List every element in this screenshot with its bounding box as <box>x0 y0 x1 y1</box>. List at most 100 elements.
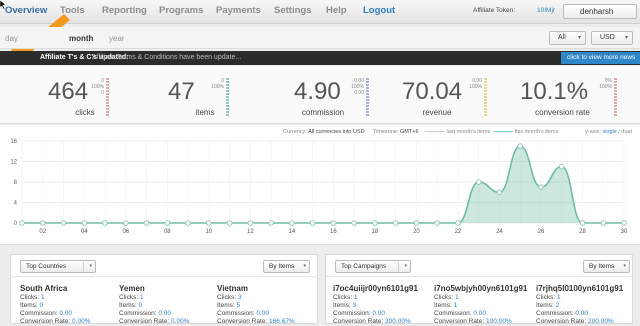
items-label: Items: <box>217 302 235 309</box>
items-label: Items: <box>536 302 554 309</box>
entry-name[interactable]: South Africa <box>20 284 90 294</box>
data-point <box>60 220 67 226</box>
stat-level-bar <box>484 78 487 116</box>
stat-1[interactable]: 47 items 0 100% <box>160 66 270 124</box>
entry-name[interactable]: i7no5wbjyh00yn6101g91 <box>434 284 527 294</box>
items-value: 1 <box>453 302 458 309</box>
data-point <box>123 220 129 226</box>
data-point <box>538 184 544 190</box>
stat-value: 4.90 <box>294 78 341 105</box>
clicks-label: Clicks: <box>119 294 139 301</box>
x-tick-label: 04 <box>81 229 88 235</box>
top-countries-select[interactable]: Top Countries ▾ <box>20 260 96 273</box>
nav-reporting[interactable]: Reporting <box>102 5 147 16</box>
nav-help[interactable]: Help <box>326 5 347 16</box>
data-point <box>40 220 46 226</box>
panel-header: Top Countries ▾ By Items ▾ <box>11 255 317 277</box>
data-point <box>268 220 274 226</box>
range-month[interactable]: month <box>69 34 93 43</box>
stat-2[interactable]: 4.90 commission 0.00 100% 0.00 <box>278 66 388 124</box>
stat-pct-mid: 100% <box>599 84 612 90</box>
items-value: 5 <box>236 302 241 309</box>
ranking-entry: Vietnam Clicks: 3 Items: 5 Commission: 0.00… <box>217 284 295 326</box>
y-tick-label: 4 <box>14 201 18 207</box>
nav-logout[interactable]: Logout <box>363 5 395 16</box>
data-point <box>372 220 378 226</box>
x-tick-label: 16 <box>330 229 337 235</box>
x-tick-label: 08 <box>164 229 171 235</box>
nav-payments[interactable]: Payments <box>216 5 261 16</box>
data-point <box>289 220 295 226</box>
stat-pct-mid: 100% <box>211 84 224 90</box>
currency-select[interactable]: USD ▾ <box>591 31 633 45</box>
stat-label: revenue <box>422 108 452 117</box>
entry-name[interactable]: Yemen <box>119 284 189 294</box>
y-tick-label: 12 <box>10 160 17 166</box>
stat-label: commission <box>301 108 345 117</box>
chevron-down-icon: ▾ <box>577 35 581 41</box>
entry-name[interactable]: Vietnam <box>217 284 295 294</box>
conversion-label: Conversion Rate: <box>536 318 587 325</box>
entry-name[interactable]: i7oc4uiijr00yn6101g91 <box>333 284 418 294</box>
data-point <box>600 220 606 226</box>
conversion-label: Conversion Rate: <box>434 318 485 325</box>
stat-3[interactable]: 70.04 revenue 0.00 100% <box>392 66 502 124</box>
view-news-button[interactable]: click to view more news <box>561 52 640 64</box>
data-point <box>81 220 88 226</box>
x-tick-label: 20 <box>413 229 420 235</box>
data-point <box>496 189 503 195</box>
x-tick-label: 24 <box>496 229 503 235</box>
stat-value: 464 <box>48 78 89 105</box>
items-label: Items: <box>20 302 38 309</box>
chart-panel: Currency: All currencies into USD Timezo… <box>0 125 640 245</box>
username: denharsh <box>580 7 614 16</box>
stat-level-bar <box>106 78 109 116</box>
sort-by-select[interactable]: By Items ▾ <box>583 260 630 273</box>
data-point <box>309 220 316 226</box>
conversion-value: 166.67% <box>269 318 295 325</box>
items-label: Items: <box>434 302 452 309</box>
ranking-entry: Yemen Clicks: 1 Items: 0 Commission: 0.00 Co… <box>119 284 189 326</box>
alert-text[interactable]: Affiliate Terms & Conditions have been u… <box>92 54 241 61</box>
sort-by-select[interactable]: By Items ▾ <box>263 260 310 273</box>
nav-programs[interactable]: Programs <box>159 5 203 16</box>
stat-label: conversion rate <box>535 108 590 117</box>
items-value: 2 <box>555 302 560 309</box>
clicks-label: Clicks: <box>536 294 556 301</box>
conversion-label: Conversion Rate: <box>20 318 71 325</box>
stat-0[interactable]: 464 clicks 0 100% 0 <box>40 66 150 124</box>
x-tick-label: 26 <box>538 229 545 235</box>
x-tick-label: 18 <box>372 229 379 235</box>
items-label: Items: <box>119 302 137 309</box>
data-point <box>392 220 399 226</box>
data-point <box>102 220 108 226</box>
ranking-entry: i7rjhq5l0100yn6101g91 Clicks: 1 Items: 2 Co… <box>536 284 623 326</box>
data-point <box>517 143 523 149</box>
commission-value: 0.00 <box>473 310 487 317</box>
nav-settings[interactable]: Settings <box>274 5 311 16</box>
data-point <box>247 220 254 226</box>
chevron-down-icon: ▾ <box>89 263 92 269</box>
user-account-select[interactable]: denharsh <box>563 4 637 19</box>
filter-select[interactable]: All ▾ <box>549 31 586 45</box>
top-campaigns-select[interactable]: Top Campaigns ▾ <box>335 260 411 273</box>
x-tick-label: 30 <box>621 229 628 235</box>
stat-4[interactable]: 10.1% conversion rate 0% 100% <box>510 66 620 124</box>
data-point <box>330 220 337 226</box>
range-year[interactable]: year <box>109 34 125 43</box>
commission-label: Commission: <box>217 310 255 317</box>
affiliate-token-value[interactable]: 10IMjr <box>537 7 555 14</box>
conversion-value: 300.00% <box>385 318 411 325</box>
x-tick-label: 14 <box>289 229 296 235</box>
chevron-down-icon: ▾ <box>404 263 407 269</box>
data-point <box>455 220 461 226</box>
x-tick-label: 06 <box>122 229 129 235</box>
range-day[interactable]: day <box>5 34 18 43</box>
data-point <box>143 220 150 226</box>
entry-name[interactable]: i7rjhq5l0100yn6101g91 <box>536 284 623 294</box>
affiliate-token-label: Affiliate Token: <box>473 7 516 14</box>
chevron-down-icon: ▾ <box>623 263 626 269</box>
currency-select-value: USD <box>600 34 615 41</box>
commission-label: Commission: <box>20 310 58 317</box>
commission-value: 0.00 <box>158 310 172 317</box>
